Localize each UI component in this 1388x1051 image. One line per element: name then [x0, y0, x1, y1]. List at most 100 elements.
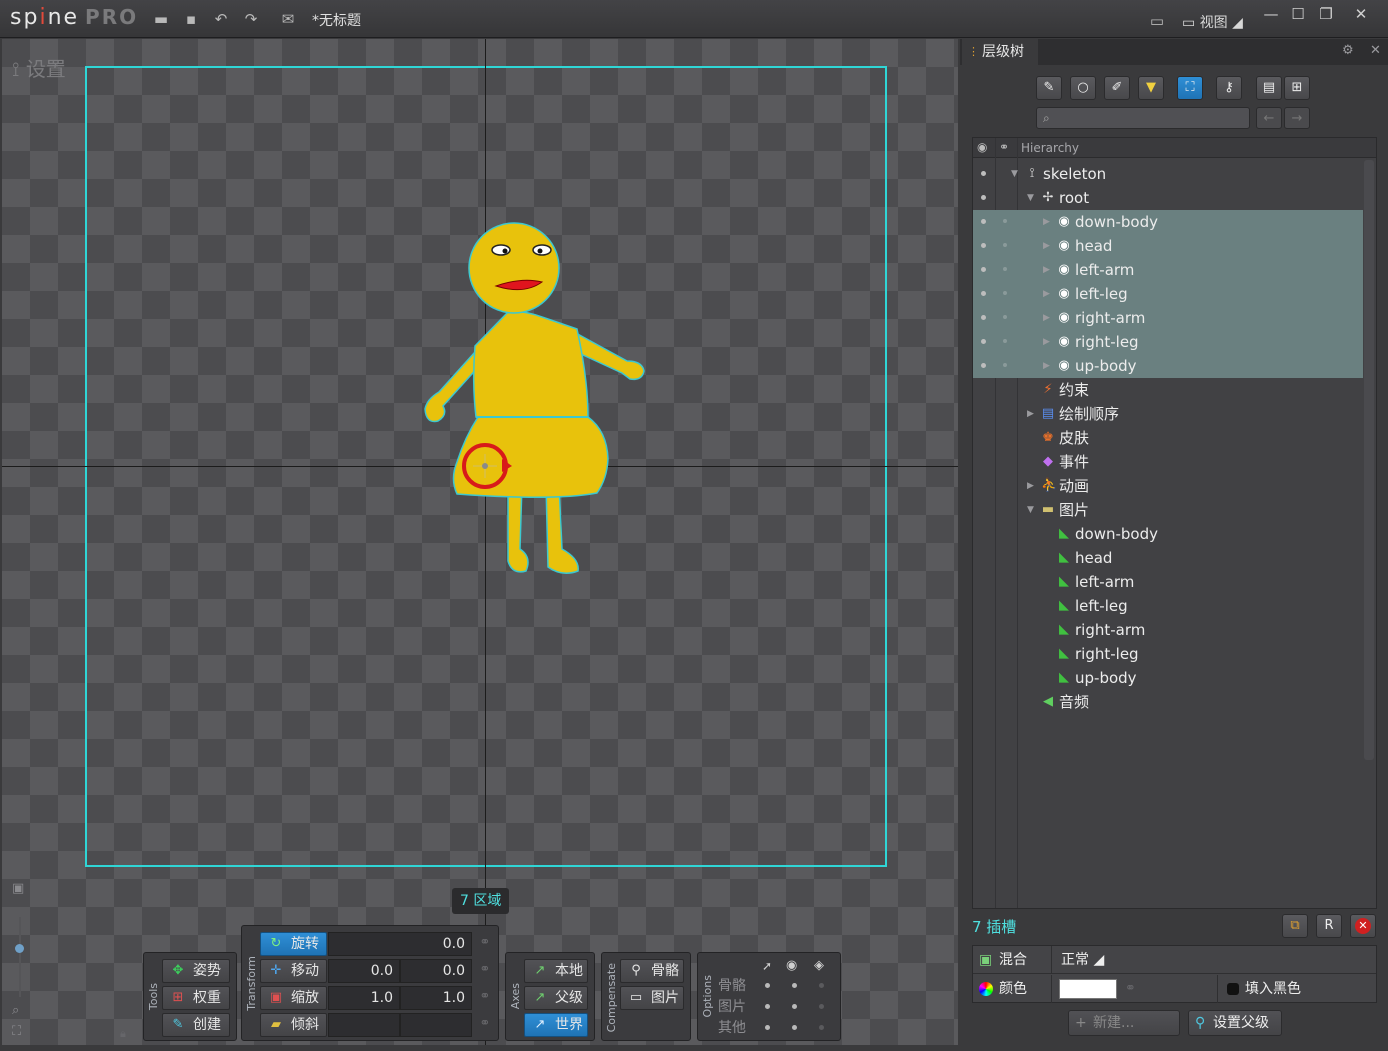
- rotate-button[interactable]: ↻ 旋转: [260, 932, 327, 956]
- duplicate-button[interactable]: ⧉: [1282, 914, 1308, 938]
- visibility-dot[interactable]: [981, 243, 986, 248]
- zoom-slider-handle[interactable]: [15, 944, 24, 953]
- expand-down-icon[interactable]: ▼: [1027, 186, 1034, 210]
- scale-x-field[interactable]: 1.0: [328, 986, 400, 1010]
- tree-row[interactable]: ▼ ✢ root: [973, 186, 1363, 210]
- expand-down-icon[interactable]: ▼: [1011, 162, 1018, 186]
- tree-row[interactable]: ▶ ◉ right-leg: [973, 330, 1363, 354]
- option-images-select[interactable]: [765, 1004, 770, 1009]
- minimize-button[interactable]: —: [1256, 3, 1286, 25]
- undo-icon[interactable]: ↶: [210, 8, 232, 30]
- expand-right-icon[interactable]: ▶: [1043, 234, 1050, 258]
- key-dot[interactable]: [1003, 315, 1007, 319]
- tree-row[interactable]: ▶ ◉ right-arm: [973, 306, 1363, 330]
- visibility-dot[interactable]: [981, 267, 986, 272]
- tree-row[interactable]: ▼ ▬ 图片: [973, 498, 1363, 522]
- expand-button[interactable]: ⊞: [1284, 76, 1310, 100]
- expand-right-icon[interactable]: ▶: [1027, 402, 1034, 426]
- save-icon[interactable]: ▪: [180, 8, 202, 30]
- hierarchy-tree[interactable]: ◉ ⚭ Hierarchy ▼ ⟟ skeleton ▼ ✢ root ▶ ◉ down-bod…: [972, 137, 1377, 909]
- panel-settings-icon[interactable]: ⚙: [1342, 43, 1354, 58]
- color-swatch[interactable]: [1059, 979, 1117, 999]
- keying-column-icon[interactable]: ⚭: [999, 140, 1009, 154]
- translate-button[interactable]: ✛ 移动: [260, 959, 327, 983]
- tree-row[interactable]: ⚡ 约束: [973, 378, 1363, 402]
- select-arrow-icon[interactable]: ➚: [762, 959, 772, 973]
- visibility-dot[interactable]: [981, 339, 986, 344]
- visibility-dot[interactable]: [981, 291, 986, 296]
- pose-tool-button[interactable]: ✥ 姿势: [162, 959, 230, 983]
- expand-down-icon[interactable]: ▼: [1027, 498, 1034, 522]
- zoom-search-icon[interactable]: ⌕: [12, 1003, 19, 1018]
- scale-button[interactable]: ▣ 缩放: [260, 986, 327, 1010]
- tree-row[interactable]: ◣ head: [973, 546, 1363, 570]
- option-others-select[interactable]: [765, 1025, 770, 1030]
- key-dot[interactable]: [1003, 219, 1007, 223]
- tree-row[interactable]: ◀ 音频: [973, 690, 1363, 714]
- visibility-eye-icon[interactable]: ◉: [786, 958, 797, 973]
- tree-row[interactable]: ◣ right-leg: [973, 642, 1363, 666]
- ruler-icon[interactable]: ▣: [12, 881, 24, 896]
- open-folder-icon[interactable]: ▬: [150, 8, 172, 30]
- tree-row[interactable]: ▶ ◉ left-leg: [973, 282, 1363, 306]
- tree-row[interactable]: ◣ left-arm: [973, 570, 1363, 594]
- tree-row[interactable]: ◣ down-body: [973, 522, 1363, 546]
- collapse-button[interactable]: ▤: [1256, 76, 1282, 100]
- key-dot[interactable]: [1003, 267, 1007, 271]
- new-button[interactable]: + 新建...: [1068, 1010, 1180, 1036]
- compensate-bones-button[interactable]: ⚲ 骨骼: [620, 959, 684, 983]
- tree-row[interactable]: ◣ up-body: [973, 666, 1363, 690]
- delete-button[interactable]: ✕: [1350, 914, 1376, 938]
- option-bones-select[interactable]: [765, 983, 770, 988]
- scale-y-field[interactable]: 1.0: [400, 986, 472, 1010]
- weights-tool-button[interactable]: ⊞ 权重: [162, 986, 230, 1010]
- tree-scrollbar[interactable]: [1364, 160, 1374, 760]
- key-dot[interactable]: [1003, 363, 1007, 367]
- parent-axis-button[interactable]: ↗ 父级: [524, 986, 588, 1010]
- tree-row[interactable]: ▶ ⛹ 动画: [973, 474, 1363, 498]
- tree-row[interactable]: ◣ left-leg: [973, 594, 1363, 618]
- tree-row[interactable]: ▶ ◉ down-body: [973, 210, 1363, 234]
- tree-row[interactable]: ◣ right-arm: [973, 618, 1363, 642]
- tint-black-checkbox[interactable]: [1227, 983, 1239, 995]
- tree-row[interactable]: ▶ ◉ left-arm: [973, 258, 1363, 282]
- expand-right-icon[interactable]: ▶: [1043, 330, 1050, 354]
- translate-link-icon[interactable]: ⚭: [476, 962, 494, 980]
- blend-mode-select[interactable]: 正常 ◢: [1061, 946, 1104, 974]
- compensate-images-button[interactable]: ▭ 图片: [620, 986, 684, 1010]
- next-match-button[interactable]: →: [1284, 107, 1310, 129]
- visibility-dot[interactable]: [981, 171, 986, 176]
- option-images-names[interactable]: [819, 1004, 824, 1009]
- fit-view-icon[interactable]: ⛶: [12, 1024, 21, 1039]
- option-others-names[interactable]: [819, 1025, 824, 1030]
- tree-row[interactable]: ♚ 皮肤: [973, 426, 1363, 450]
- key-dot[interactable]: [1003, 339, 1007, 343]
- shear-button[interactable]: ▰ 倾斜: [260, 1013, 327, 1037]
- zoom-slider-track[interactable]: [19, 917, 21, 997]
- tree-row[interactable]: ▶ ◉ head: [973, 234, 1363, 258]
- visibility-dot[interactable]: [981, 363, 986, 368]
- expand-right-icon[interactable]: ▶: [1043, 354, 1050, 378]
- option-bones-names[interactable]: [819, 983, 824, 988]
- zoom-control[interactable]: ▣ ⌕ ⛶: [10, 879, 30, 1044]
- set-parent-button[interactable]: ⚲ 设置父级: [1188, 1010, 1282, 1036]
- tree-search-input[interactable]: ⌕: [1036, 107, 1250, 129]
- filter-slots-button[interactable]: ○: [1070, 76, 1096, 100]
- create-tool-button[interactable]: ✎ 创建: [162, 1013, 230, 1037]
- tree-row[interactable]: ▼ ⟟ skeleton: [973, 162, 1363, 186]
- world-axis-button[interactable]: ↗ 世界: [524, 1013, 588, 1037]
- scale-link-icon[interactable]: ⚭: [476, 989, 494, 1007]
- shear-link-icon[interactable]: ⚭: [476, 1016, 494, 1034]
- monitor-icon[interactable]: ▭: [1146, 10, 1168, 32]
- tab-hierarchy[interactable]: ⋮ 层级树: [962, 39, 1038, 65]
- redo-icon[interactable]: ↷: [240, 8, 262, 30]
- visibility-dot[interactable]: [981, 315, 986, 320]
- option-bones-visible[interactable]: [792, 983, 797, 988]
- restore-button[interactable]: ❐: [1311, 3, 1341, 25]
- rotate-link-icon[interactable]: ⚭: [476, 935, 494, 953]
- tree-row[interactable]: ▶ ▤ 绘制顺序: [973, 402, 1363, 426]
- export-icon[interactable]: ✉: [277, 8, 299, 30]
- visibility-column-icon[interactable]: ◉: [977, 140, 987, 154]
- shear-y-field[interactable]: [400, 1013, 472, 1037]
- visibility-dot[interactable]: [981, 219, 986, 224]
